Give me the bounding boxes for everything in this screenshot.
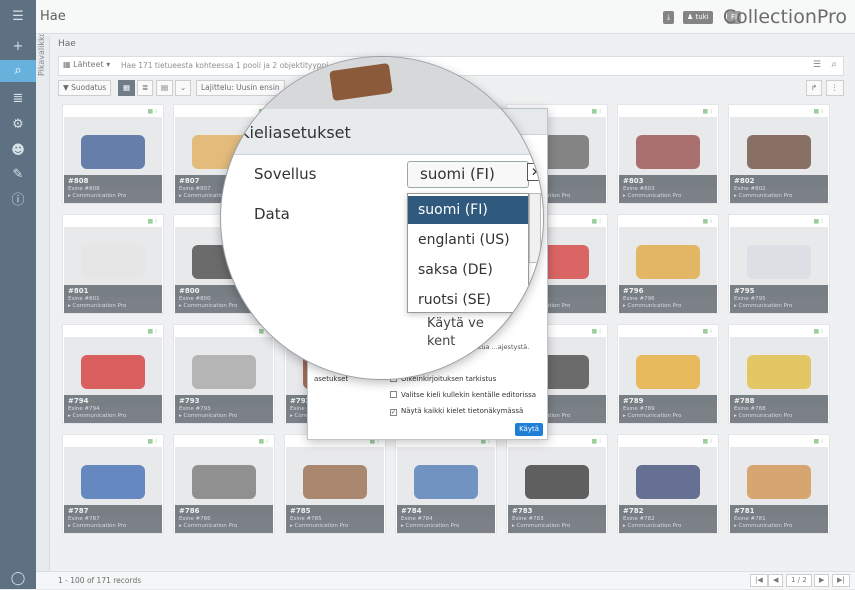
option-se[interactable]: ruotsi (SE) [408, 286, 528, 314]
option-fi[interactable]: suomi (FI) [408, 196, 528, 224]
option-us[interactable]: englanti (US) [408, 226, 528, 254]
data-language-label: Data [254, 205, 290, 223]
option-de[interactable]: saksa (DE) [408, 256, 528, 284]
checkbox-label: Näytä kaikki kielet tietonäkymässä [401, 407, 524, 415]
language-select[interactable]: suomi (FI) [407, 161, 529, 188]
checkbox-box-checked: ✓ [390, 409, 397, 416]
dialog-title: Kieliasetukset [239, 123, 351, 142]
use-language-text-2: kent [427, 334, 456, 349]
show-all-languages-checkbox[interactable]: ✓ Näytä kaikki kielet tietonäkymässä [390, 407, 523, 416]
options-scrollbar[interactable] [529, 193, 541, 263]
settings-section-label: asetukset [314, 375, 349, 383]
checkbox-label: Valitse kieli kullekin kentälle editoris… [401, 391, 537, 399]
close-icon[interactable]: ✕ [527, 163, 543, 181]
language-options-list: suomi (FI) englanti (US) saksa (DE) ruot… [407, 193, 529, 313]
checkbox-box [390, 391, 397, 398]
magnifier-lens: Kieliasetukset Sovellus Data suomi (FI) … [220, 56, 544, 380]
use-language-text-1: Käytä ve [427, 316, 484, 331]
per-field-language-checkbox[interactable]: Valitse kieli kullekin kentälle editoris… [390, 391, 536, 399]
application-language-label: Sovellus [254, 165, 317, 183]
apply-button[interactable]: Käytä [515, 423, 543, 436]
use-language-text: Käytä ve kent [427, 315, 484, 351]
